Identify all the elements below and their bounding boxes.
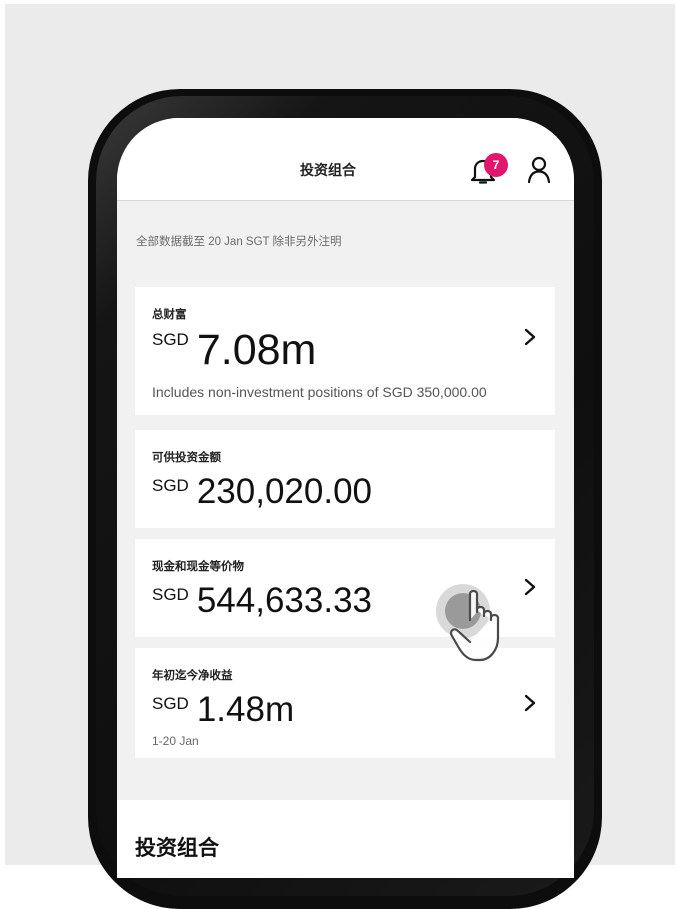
notification-badge[interactable]: 7	[484, 153, 508, 177]
currency-code: SGD	[152, 694, 189, 713]
card-note: Includes non-investment positions of SGD…	[152, 384, 487, 400]
tap-gesture-icon	[436, 584, 500, 662]
currency-code: SGD	[152, 476, 189, 495]
chevron-right-icon[interactable]	[523, 328, 537, 346]
card-label: 现金和现金等价物	[152, 561, 244, 573]
portfolio-section: 投资组合	[117, 800, 574, 878]
card-amount-row: SGD 544,633.33	[152, 581, 372, 621]
total-wealth-card[interactable]: 总财富 SGD 7.08m Includes non-investment pos…	[135, 287, 555, 415]
phone-screen: 投资组合 7 全部数据截至 20 Jan SGT 除非另外注明 总财富 SGD 7…	[117, 118, 574, 878]
card-amount: 1.48m	[196, 690, 295, 729]
chevron-right-icon[interactable]	[523, 694, 537, 712]
card-amount: 7.08m	[196, 326, 317, 374]
card-label: 总财富	[152, 309, 187, 321]
card-label: 可供投资金额	[152, 452, 221, 464]
available-to-invest-card: 可供投资金额 SGD 230,020.00	[135, 430, 555, 528]
card-amount: 230,020.00	[196, 472, 373, 511]
card-amount-row: SGD 1.48m	[152, 690, 294, 730]
card-amount: 544,633.33	[196, 581, 373, 620]
section-title: 投资组合	[135, 837, 219, 860]
currency-code: SGD	[152, 585, 189, 604]
user-icon[interactable]	[527, 156, 551, 184]
card-note: 1-20 Jan	[152, 734, 199, 748]
app-header: 投资组合 7	[117, 118, 574, 201]
card-label: 年初迄今净收益	[152, 670, 233, 682]
card-amount-row: SGD 7.08m	[152, 326, 316, 375]
data-as-of-note: 全部数据截至 20 Jan SGT 除非另外注明	[136, 236, 342, 248]
card-amount-row: SGD 230,020.00	[152, 472, 372, 512]
currency-code: SGD	[152, 330, 189, 349]
